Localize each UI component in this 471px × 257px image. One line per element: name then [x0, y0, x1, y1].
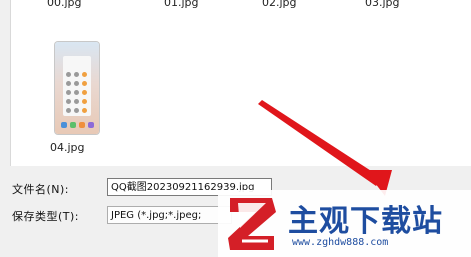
z-logo-icon — [228, 198, 276, 250]
watermark-banner: 主观下载站 www.zghdw888.com — [218, 190, 471, 257]
watermark-url: www.zghdw888.com — [292, 237, 389, 248]
watermark-title: 主观下载站 — [288, 204, 443, 239]
